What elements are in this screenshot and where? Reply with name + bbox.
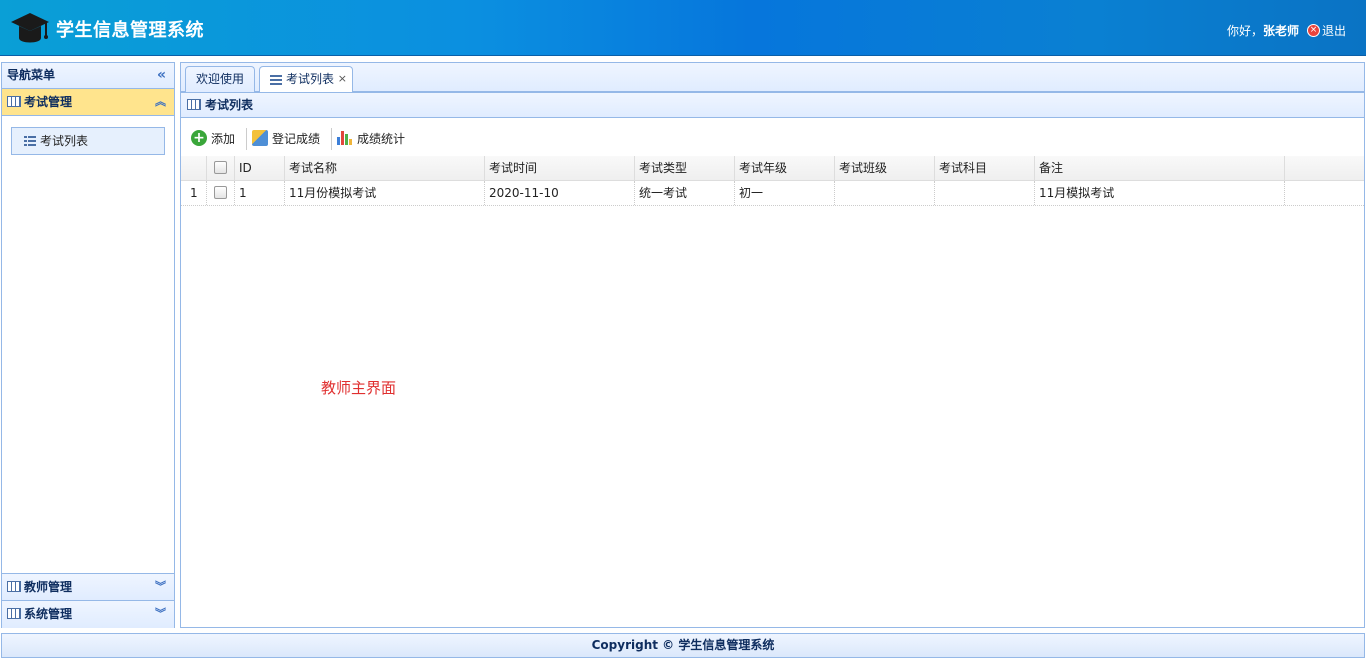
tab-label: 欢迎使用 [196, 72, 245, 86]
toolbar-divider [246, 128, 248, 150]
tab-bar: 欢迎使用 考试列表 × [181, 63, 1364, 93]
sidebar-section-exam-management[interactable]: 考试管理 ︽ [2, 89, 174, 116]
list-icon [270, 75, 282, 85]
toolbar: + 添加 登记成绩 成绩统计 [181, 119, 1364, 156]
column-header-name[interactable]: 考试名称 [285, 156, 485, 180]
grid-icon [7, 96, 21, 107]
main-content: 欢迎使用 考试列表 × 考试列表 + 添加 登记成绩 成绩统计 ID 考试名称 … [180, 62, 1365, 628]
grid-icon [187, 99, 201, 110]
logout-label: 退出 [1321, 24, 1346, 38]
table-header: ID 考试名称 考试时间 考试类型 考试年级 考试班级 考试科目 备注 [181, 156, 1364, 181]
column-header-type[interactable]: 考试类型 [635, 156, 735, 180]
column-header-course[interactable]: 考试科目 [935, 156, 1035, 180]
list-icon [24, 136, 36, 146]
app-title: 学生信息管理系统 [56, 20, 204, 41]
navigation-sidebar: 导航菜单 « 考试管理 ︽ 考试列表 教师管理 ︾ 系统管理 ︾ [1, 62, 175, 628]
stats-label: 成绩统计 [357, 131, 406, 146]
register-label: 登记成绩 [272, 131, 321, 146]
sidebar-item-label: 考试列表 [40, 134, 89, 148]
column-header-time[interactable]: 考试时间 [485, 156, 635, 180]
column-header-id[interactable]: ID [235, 156, 285, 180]
user-area: 你好， 张老师 × 退出 [1227, 22, 1346, 39]
logout-button[interactable]: × 退出 [1306, 22, 1346, 39]
sidebar-header: 导航菜单 « [2, 63, 174, 89]
header-filler [1285, 156, 1364, 180]
cell-grade: 初一 [735, 181, 835, 205]
grid-icon [7, 581, 21, 592]
toolbar-divider [331, 128, 333, 150]
cell-remark: 11月模拟考试 [1035, 181, 1285, 205]
column-header-class[interactable]: 考试班级 [835, 156, 935, 180]
exam-table: ID 考试名称 考试时间 考试类型 考试年级 考试班级 考试科目 备注 1 1 … [181, 156, 1364, 206]
score-stats-button[interactable]: 成绩统计 [335, 128, 411, 148]
double-chevron-left-icon[interactable]: « [157, 63, 166, 88]
sidebar-title: 导航菜单 [7, 68, 56, 82]
panel-header: 考试列表 [181, 92, 1364, 118]
register-scores-button[interactable]: 登记成绩 [250, 128, 326, 148]
row-checkbox[interactable] [207, 181, 235, 205]
cell-time: 2020-11-10 [485, 181, 635, 205]
row-number-header [181, 156, 207, 180]
section-label: 系统管理 [24, 607, 73, 621]
cell-class [835, 181, 935, 205]
app-header: 学生信息管理系统 你好， 张老师 × 退出 [0, 0, 1366, 56]
double-chevron-down-icon[interactable]: ︾ [155, 601, 166, 627]
table-row[interactable]: 1 1 11月份模拟考试 2020-11-10 统一考试 初一 11月模拟考试 [181, 181, 1364, 206]
cell-course [935, 181, 1035, 205]
cell-name: 11月份模拟考试 [285, 181, 485, 205]
row-number: 1 [181, 181, 207, 205]
username: 张老师 [1262, 24, 1299, 38]
graduation-cap-icon [11, 13, 49, 43]
panel-title: 考试列表 [205, 98, 254, 112]
column-header-grade[interactable]: 考试年级 [735, 156, 835, 180]
double-chevron-up-icon[interactable]: ︽ [155, 89, 166, 115]
cell-type: 统一考试 [635, 181, 735, 205]
copyright-footer: Copyright © 学生信息管理系统 [1, 633, 1365, 658]
grid-icon [7, 608, 21, 619]
tab-exam-list[interactable]: 考试列表 × [259, 66, 354, 93]
close-circle-icon: × [1306, 24, 1320, 37]
cell-id: 1 [235, 181, 285, 205]
plus-icon: + [191, 130, 207, 146]
sidebar-item-exam-list[interactable]: 考试列表 [11, 127, 165, 155]
sidebar-section-system-management[interactable]: 系统管理 ︾ [2, 601, 174, 628]
add-label: 添加 [211, 131, 236, 146]
greeting-text: 你好， [1226, 24, 1263, 38]
sidebar-section-teacher-management[interactable]: 教师管理 ︾ [2, 574, 174, 601]
bar-chart-icon [337, 131, 353, 145]
column-header-remark[interactable]: 备注 [1035, 156, 1285, 180]
tab-label: 考试列表 [286, 72, 335, 86]
select-all-checkbox[interactable] [207, 156, 235, 180]
close-icon[interactable]: × [338, 67, 347, 91]
sidebar-section-body: 考试列表 [2, 116, 174, 574]
edit-icon [252, 130, 269, 146]
teacher-home-note: 教师主界面 [321, 379, 397, 397]
tab-welcome[interactable]: 欢迎使用 [185, 66, 256, 92]
double-chevron-down-icon[interactable]: ︾ [155, 574, 166, 600]
section-label: 考试管理 [24, 95, 73, 109]
add-button[interactable]: + 添加 [189, 128, 241, 148]
section-label: 教师管理 [24, 580, 73, 594]
